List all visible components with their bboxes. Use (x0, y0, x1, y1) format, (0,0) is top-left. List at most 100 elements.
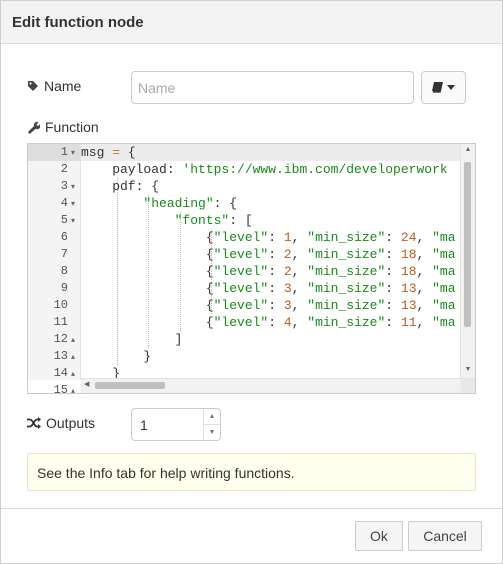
code-line[interactable]: ] (81, 331, 183, 348)
fold-close-icon[interactable]: ▴ (69, 382, 77, 393)
code-token: : (385, 230, 401, 245)
tag-icon (28, 81, 38, 91)
code-token: 2 (283, 247, 292, 262)
code-line[interactable]: {"level": 1, "min_size": 24, "ma (81, 229, 456, 246)
code-token: , (416, 298, 433, 313)
scrollbar-corner (461, 379, 475, 393)
code-token: "min_size" (307, 247, 386, 262)
code-token: "level" (213, 281, 269, 296)
wrench-icon (28, 121, 40, 134)
outputs-value[interactable]: 1 (140, 417, 148, 433)
code-token: : (268, 247, 284, 262)
cancel-button[interactable]: Cancel (408, 521, 482, 551)
line-number: 8 (60, 264, 68, 278)
code-token: "ma (432, 230, 456, 245)
code-token: , (416, 247, 433, 262)
line-number: 11 (53, 315, 68, 329)
code-line[interactable]: "heading": { (81, 195, 237, 212)
code-token: : (268, 264, 284, 279)
code-line[interactable]: "fonts": [ (81, 212, 253, 229)
line-number: 15 (53, 383, 68, 394)
editor-gutter: 1 ▾ 2 3 ▾ 4 ▾ 5 ▾ 6 7 8 9 10 11 12 ▴ 13 ▴ 14 ▴ 15 ▴ (28, 144, 81, 393)
code-line[interactable]: pdf: { (81, 178, 159, 195)
code-token: 4 (283, 315, 292, 330)
ok-button[interactable]: Ok (355, 521, 403, 551)
scroll-up-arrow-icon[interactable]: ▲ (461, 146, 475, 153)
line-number: 1 (60, 145, 68, 159)
code-token: { (81, 281, 214, 296)
code-token: 13 (400, 298, 417, 313)
code-token: "min_size" (307, 264, 386, 279)
code-line[interactable]: {"level": 2, "min_size": 18, "ma (81, 246, 456, 263)
code-token: { (81, 264, 214, 279)
code-line[interactable]: {"level": 3, "min_size": 13, "ma (81, 297, 456, 314)
code-token: "min_size" (307, 315, 386, 330)
code-token: , (291, 230, 308, 245)
fold-open-icon[interactable]: ▾ (69, 195, 77, 212)
line-number: 7 (60, 247, 68, 261)
code-token: 2 (283, 264, 292, 279)
name-input[interactable] (131, 71, 414, 104)
caret-down-icon (447, 85, 455, 90)
active-line-highlight (81, 144, 461, 161)
code-token: 11 (400, 315, 417, 330)
code-token: "ma (432, 315, 456, 330)
line-number: 2 (60, 162, 68, 176)
code-token: 13 (400, 281, 417, 296)
code-line[interactable]: msg = { (81, 144, 136, 161)
code-token: msg (81, 145, 105, 160)
editor-horizontal-scrollbar[interactable]: ◀ ▶ (81, 378, 475, 393)
code-token: , (416, 315, 433, 330)
code-token: 3 (283, 298, 292, 313)
scroll-down-arrow-icon[interactable]: ▼ (461, 366, 475, 373)
fold-close-icon[interactable]: ▴ (69, 331, 77, 348)
code-token: : (268, 281, 284, 296)
fold-open-icon[interactable]: ▾ (69, 212, 77, 229)
code-line[interactable]: {"level": 4, "min_size": 11, "ma (81, 314, 456, 331)
vertical-scroll-thumb[interactable] (464, 162, 471, 327)
horizontal-scroll-thumb[interactable] (95, 382, 165, 389)
code-token: "level" (213, 247, 269, 262)
code-token: { (81, 315, 214, 330)
book-icon (432, 82, 443, 93)
code-token: { (81, 247, 214, 262)
code-token: "level" (213, 315, 269, 330)
spinner-down-icon[interactable]: ▼ (204, 425, 220, 440)
code-token: , (416, 230, 433, 245)
code-editor[interactable]: 1 ▾ 2 3 ▾ 4 ▾ 5 ▾ 6 7 8 9 10 11 12 ▴ 13 ▴ 14 ▴ 15 ▴ msg = { pa… (27, 143, 476, 394)
code-token: "ma (432, 298, 456, 313)
code-token: } (81, 349, 152, 364)
code-token: , (291, 298, 308, 313)
code-token: 24 (400, 230, 417, 245)
code-token: : (268, 298, 284, 313)
function-label-row: Function (27, 119, 99, 135)
code-token: , (291, 247, 308, 262)
code-line[interactable]: payload: 'https://www.ibm.com/developerw… (81, 161, 447, 178)
fold-close-icon[interactable]: ▴ (69, 365, 77, 382)
code-line[interactable]: {"level": 3, "min_size": 13, "ma (81, 280, 456, 297)
code-token: payload: (81, 162, 183, 177)
fold-close-icon[interactable]: ▴ (69, 348, 77, 365)
code-line[interactable]: } (81, 348, 151, 365)
scroll-left-arrow-icon[interactable]: ◀ (84, 380, 89, 388)
code-token: , (291, 315, 308, 330)
code-area[interactable]: msg = { payload: 'https://www.ibm.com/de… (81, 144, 461, 380)
outputs-spinner[interactable]: 1 ▲ ▼ (131, 408, 221, 441)
code-token: , (416, 281, 433, 296)
spinner-buttons: ▲ ▼ (203, 409, 220, 440)
library-button[interactable] (421, 71, 466, 104)
fold-open-icon[interactable]: ▾ (69, 144, 77, 161)
spinner-up-icon[interactable]: ▲ (204, 409, 220, 425)
code-token: , (416, 264, 433, 279)
code-token: 1 (283, 230, 292, 245)
fold-open-icon[interactable]: ▾ (69, 178, 77, 195)
code-token: "level" (213, 230, 269, 245)
name-label-row: Name (27, 78, 81, 94)
code-token: "level" (213, 298, 269, 313)
editor-vertical-scrollbar[interactable]: ▲ ▼ (460, 144, 475, 380)
code-token: : [ (229, 213, 253, 228)
code-token: , (291, 281, 308, 296)
code-line[interactable]: {"level": 2, "min_size": 18, "ma (81, 263, 456, 280)
code-token: "ma (432, 247, 456, 262)
line-number: 6 (60, 230, 68, 244)
